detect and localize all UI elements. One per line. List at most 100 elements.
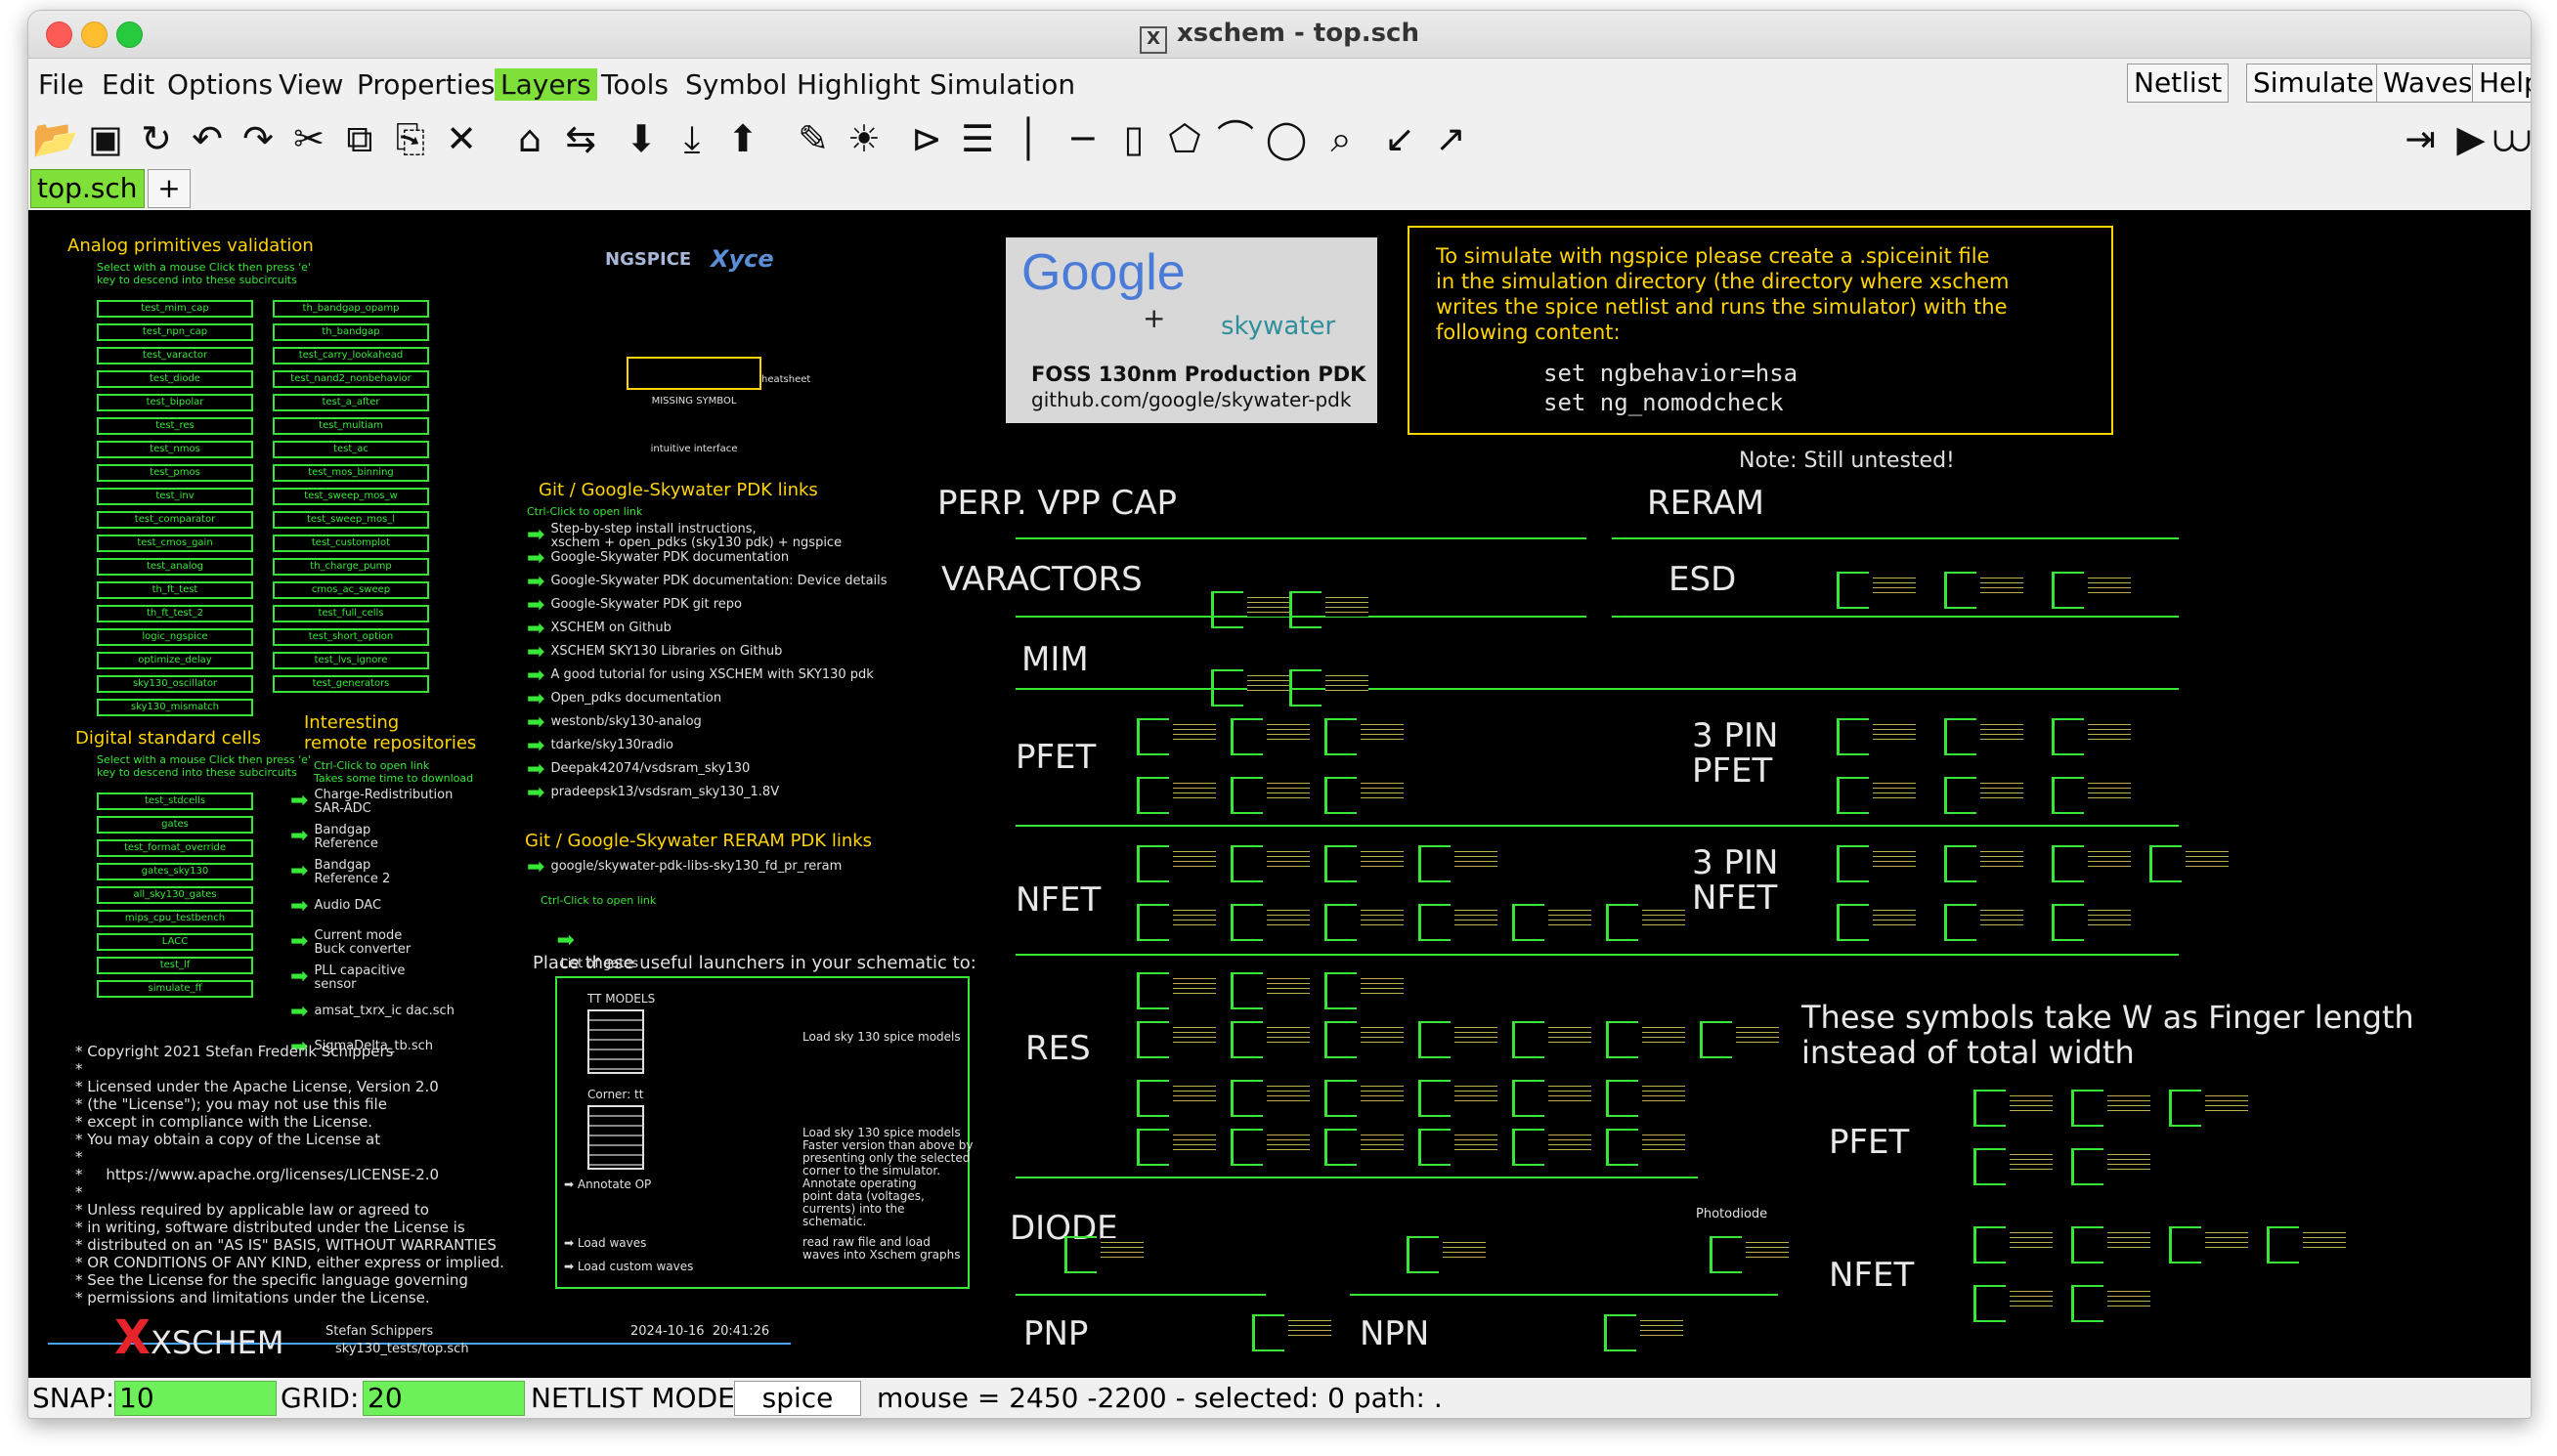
menu-view[interactable]: View [279,68,343,101]
device-symbol[interactable] [1418,845,1497,882]
device-symbol[interactable] [1944,777,2023,814]
device-symbol[interactable] [2071,1226,2150,1263]
device-symbol[interactable] [2149,845,2229,882]
device-symbol[interactable] [1604,1314,1683,1351]
device-symbol[interactable] [1944,572,2023,609]
device-symbol[interactable] [1211,669,1290,707]
device-symbol[interactable] [1137,1080,1216,1117]
device-symbol[interactable] [1137,777,1216,814]
shrink-icon[interactable]: ↙ [1377,116,1422,161]
device-symbol[interactable] [1231,904,1310,941]
device-symbol[interactable] [1324,718,1404,755]
waves-button[interactable]: Waves [2376,64,2480,103]
device-symbol[interactable] [1837,718,1916,755]
device-symbol[interactable] [1324,845,1404,882]
menu-properties[interactable]: Properties [357,68,496,101]
push-down-icon[interactable]: ⬇ [619,116,664,161]
menu-highlight[interactable]: Highlight [797,68,920,101]
device-symbol[interactable] [1944,904,2023,941]
device-symbol[interactable] [2052,904,2131,941]
device-symbol[interactable] [1418,1080,1497,1117]
device-symbol[interactable] [1231,1080,1310,1117]
symbol-icon[interactable]: ⊳ [904,116,949,161]
device-symbol[interactable] [1231,972,1310,1009]
menu-edit[interactable]: Edit [102,68,154,101]
save-icon[interactable]: ▣ [83,116,128,161]
highlight-icon[interactable]: ☀ [842,116,887,161]
netlist-mode-button[interactable]: spice [734,1381,861,1416]
device-symbol[interactable] [1944,718,2023,755]
device-symbol[interactable] [1606,1129,1685,1166]
copy-icon[interactable]: ⧉ [337,116,382,161]
delete-icon[interactable]: ✕ [439,116,484,161]
menu-layers[interactable]: Layers [495,68,597,101]
device-symbol[interactable] [1324,904,1404,941]
device-symbol[interactable] [2052,845,2131,882]
redo-icon[interactable]: ↷ [236,116,281,161]
add-tab-button[interactable]: + [148,169,191,208]
device-symbol[interactable] [1324,1080,1404,1117]
reload-icon[interactable]: ↻ [134,116,179,161]
device-symbol[interactable] [1837,572,1916,609]
device-symbol[interactable] [1064,1236,1144,1273]
go-up-icon[interactable]: ⬆ [720,116,765,161]
insert-icon[interactable]: ⇥ [2398,116,2443,161]
menu-symbol[interactable]: Symbol [685,68,787,101]
menu-tools[interactable]: Tools [601,68,669,101]
device-symbol[interactable] [1407,1236,1486,1273]
device-symbol[interactable] [1418,904,1497,941]
paste-icon[interactable]: ⎘ [388,116,433,161]
device-symbol[interactable] [1606,904,1685,941]
menu-file[interactable]: File [38,68,84,101]
device-symbol[interactable] [1137,718,1216,755]
device-symbol[interactable] [2071,1148,2150,1185]
rect-icon[interactable]: ▯ [1111,116,1156,161]
device-symbol[interactable] [1231,718,1310,755]
device-symbol[interactable] [1137,1021,1216,1058]
device-symbol[interactable] [1837,777,1916,814]
device-symbol[interactable] [1973,1285,2053,1322]
device-symbol[interactable] [2052,572,2131,609]
wire-icon[interactable]: ─ [1061,116,1105,161]
device-symbol[interactable] [1512,1021,1591,1058]
snap-input[interactable]: 10 [114,1381,277,1416]
device-symbol[interactable] [1512,904,1591,941]
device-symbol[interactable] [1710,1236,1789,1273]
device-symbol[interactable] [1324,972,1404,1009]
device-symbol[interactable] [1211,591,1290,628]
device-symbol[interactable] [2267,1226,2346,1263]
device-symbol[interactable] [1418,1129,1497,1166]
play-icon[interactable]: ▶ [2449,116,2493,161]
new-schematic-icon[interactable]: ⌂ [507,116,552,161]
simulate-button[interactable]: Simulate [2246,64,2381,103]
device-symbol[interactable] [2169,1226,2248,1263]
device-symbol[interactable] [1289,591,1368,628]
descend-symbol-icon[interactable]: ⤓ [670,116,715,161]
device-symbol[interactable] [1944,845,2023,882]
device-symbol[interactable] [1137,845,1216,882]
device-symbol[interactable] [1324,1021,1404,1058]
device-symbol[interactable] [1289,669,1368,707]
device-symbol[interactable] [1252,1314,1331,1351]
device-symbol[interactable] [1700,1021,1779,1058]
netlist-button[interactable]: Netlist [2127,64,2230,103]
device-symbol[interactable] [1231,1021,1310,1058]
swap-icon[interactable]: ⇆ [558,116,603,161]
device-symbol[interactable] [1137,1129,1216,1166]
device-symbol[interactable] [1837,845,1916,882]
schematic-canvas[interactable]: Analog primitives validation Select with… [28,210,2531,1378]
device-symbol[interactable] [2169,1090,2248,1127]
device-symbol[interactable] [2052,777,2131,814]
folder-open-icon[interactable]: 📂 [32,116,78,161]
device-symbol[interactable] [1606,1021,1685,1058]
waves-icon[interactable]: ⩊ [2490,116,2531,161]
device-symbol[interactable] [2052,718,2131,755]
menu-options[interactable]: Options [167,68,273,101]
device-symbol[interactable] [1606,1080,1685,1117]
device-symbol[interactable] [1324,1129,1404,1166]
device-symbol[interactable] [1231,1129,1310,1166]
device-symbol[interactable] [2071,1090,2150,1127]
device-symbol[interactable] [2071,1285,2150,1322]
device-symbol[interactable] [1512,1080,1591,1117]
tab-top-sch[interactable]: top.sch [30,169,145,208]
